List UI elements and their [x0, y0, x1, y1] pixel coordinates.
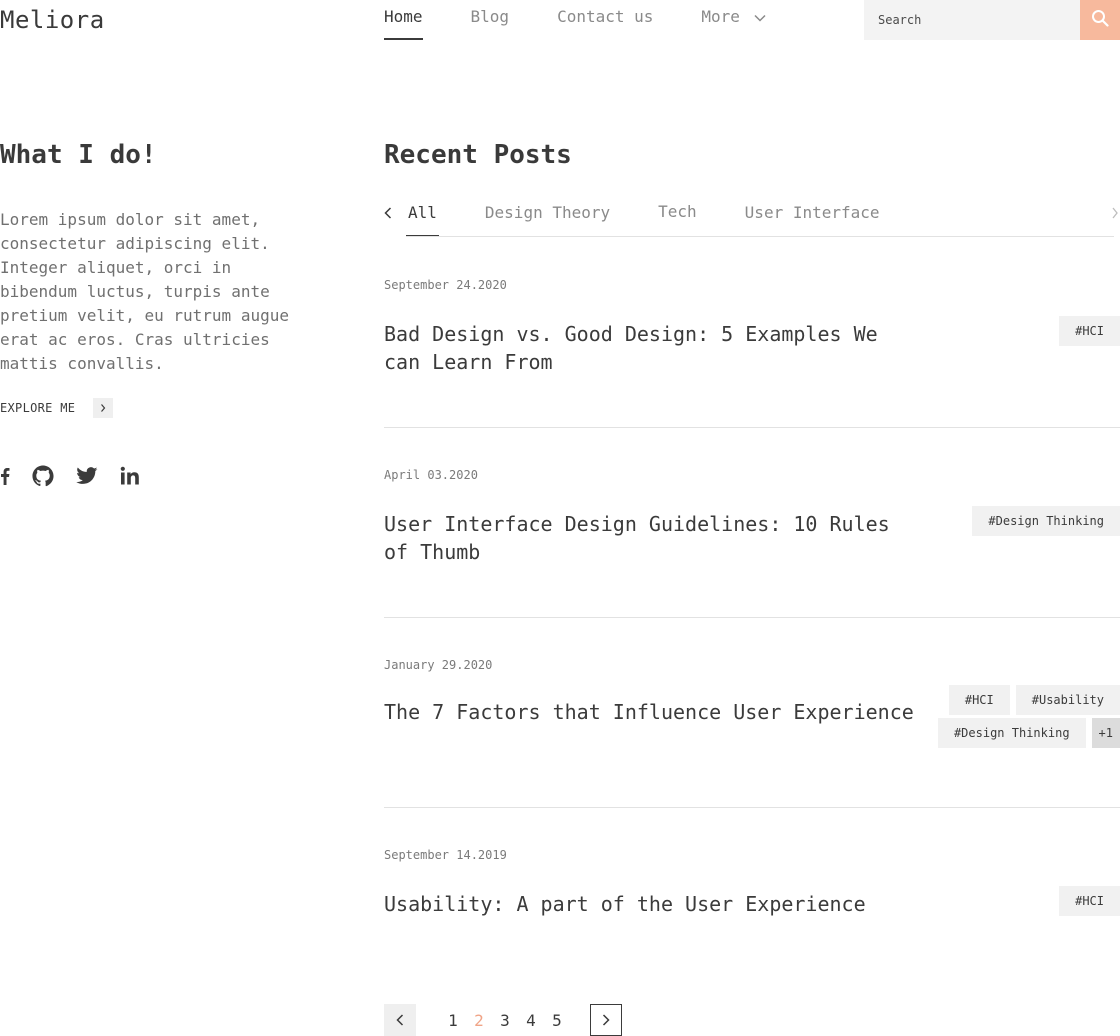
page-3[interactable]: 3: [492, 1011, 518, 1030]
pagination-prev-button[interactable]: [384, 1004, 416, 1036]
post-date: April 03.2020: [384, 468, 478, 482]
chevron-right-icon: [93, 398, 114, 418]
recent-posts-title: Recent Posts: [384, 140, 572, 170]
post-title[interactable]: Usability: A part of the User Experience: [384, 890, 924, 918]
page-numbers: 1 2 3 4 5: [440, 1011, 570, 1030]
facebook-icon[interactable]: [0, 464, 10, 488]
post-card: April 03.2020 User Interface Design Guid…: [384, 428, 1120, 618]
tab-user-interface[interactable]: User Interface: [745, 203, 880, 237]
nav-more[interactable]: More: [701, 0, 766, 40]
search-input[interactable]: [864, 0, 1074, 40]
category-tabs: All Design Theory Tech User Interface: [384, 198, 1120, 238]
tab-all[interactable]: All: [406, 203, 439, 237]
post-card: September 24.2020 Bad Design vs. Good De…: [384, 238, 1120, 428]
post-date: January 29.2020: [384, 658, 493, 672]
tag-chip[interactable]: #Design Thinking: [937, 718, 1086, 748]
pagination: 1 2 3 4 5: [384, 1004, 622, 1036]
post-card: January 29.2020 The 7 Factors that Influ…: [384, 618, 1120, 808]
twitter-icon[interactable]: [76, 464, 98, 488]
post-date: September 14.2019: [384, 848, 507, 862]
nav-contact-label: Contact us: [557, 7, 654, 26]
page-5[interactable]: 5: [544, 1011, 570, 1030]
main-nav: Home Blog Contact us More: [384, 0, 814, 40]
search-button[interactable]: [1080, 0, 1120, 40]
explore-me-label: EXPLORE ME: [0, 401, 76, 415]
tabs-divider: [406, 236, 1114, 237]
nav-home-label: Home: [384, 7, 423, 26]
about-title: What I do!: [0, 140, 157, 170]
social-links: [0, 464, 162, 488]
nav-blog-label: Blog: [470, 7, 510, 26]
nav-home[interactable]: Home: [384, 0, 423, 40]
tag-chip[interactable]: #Usability: [1015, 685, 1120, 715]
nav-more-label: More: [701, 7, 740, 26]
post-title[interactable]: The 7 Factors that Influence User Experi…: [384, 698, 924, 726]
post-tags: #HCI #Usability #Design Thinking +1: [920, 685, 1120, 748]
post-card: September 14.2019 Usability: A part of t…: [384, 808, 1120, 998]
tag-chip[interactable]: #HCI: [1059, 316, 1120, 346]
tag-chip[interactable]: #HCI: [948, 685, 1010, 715]
search-icon: [1091, 9, 1109, 31]
tabs-next-button[interactable]: [1112, 206, 1120, 220]
post-tags: #Design Thinking: [920, 506, 1120, 536]
tag-chip[interactable]: #Design Thinking: [972, 506, 1120, 536]
post-tags: #HCI: [920, 886, 1120, 916]
nav-contact[interactable]: Contact us: [557, 0, 653, 40]
more-tags-badge[interactable]: +1: [1091, 718, 1120, 748]
tag-chip[interactable]: #HCI: [1059, 886, 1120, 916]
explore-me-link[interactable]: EXPLORE ME: [0, 398, 114, 418]
chevron-down-icon: [754, 7, 766, 26]
post-title[interactable]: Bad Design vs. Good Design: 5 Examples W…: [384, 320, 924, 376]
page-2[interactable]: 2: [466, 1011, 492, 1030]
nav-blog[interactable]: Blog: [471, 0, 510, 40]
tabs-prev-button[interactable]: [384, 206, 396, 220]
page-1[interactable]: 1: [440, 1011, 466, 1030]
post-tags: #HCI: [920, 316, 1120, 346]
search-box: [864, 0, 1120, 40]
tab-design-theory[interactable]: Design Theory: [485, 203, 610, 237]
linkedin-icon[interactable]: [120, 464, 140, 488]
brand-logo[interactable]: Meliora: [0, 6, 105, 34]
post-title[interactable]: User Interface Design Guidelines: 10 Rul…: [384, 510, 924, 566]
tab-tech[interactable]: Tech: [658, 202, 697, 236]
about-text: Lorem ipsum dolor sit amet, consectetur …: [0, 210, 289, 373]
github-icon[interactable]: [32, 464, 54, 488]
page-4[interactable]: 4: [518, 1011, 544, 1030]
post-date: September 24.2020: [384, 278, 507, 292]
pagination-next-button[interactable]: [590, 1004, 622, 1036]
